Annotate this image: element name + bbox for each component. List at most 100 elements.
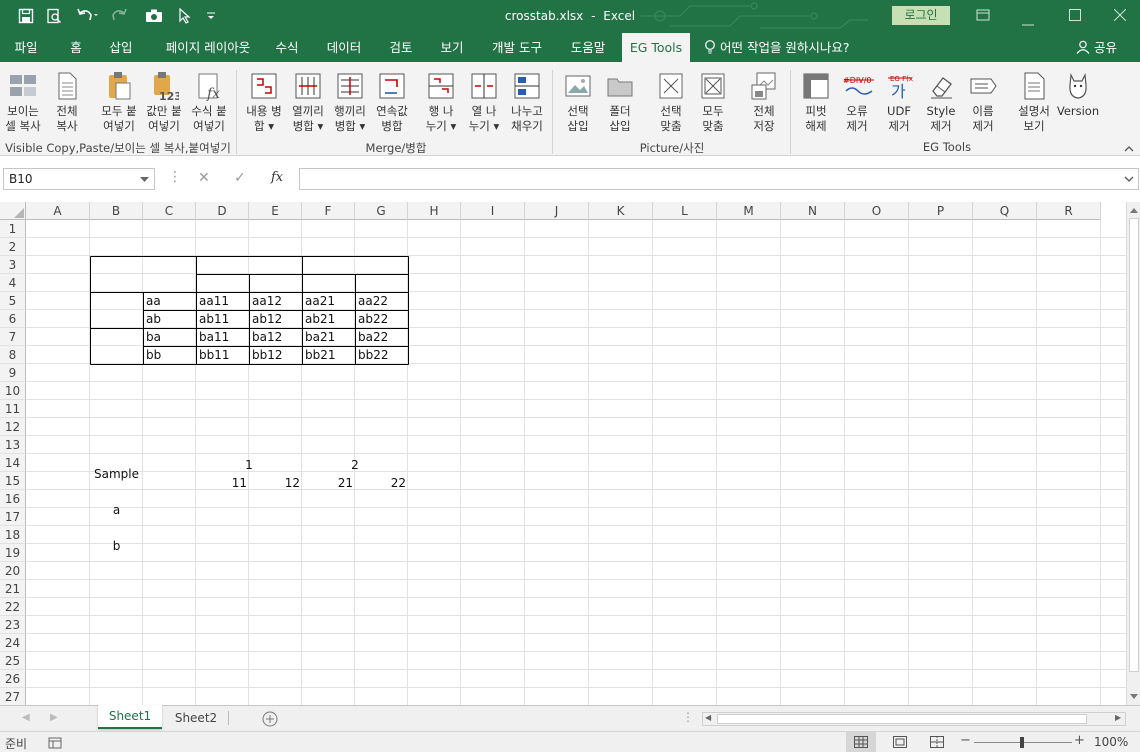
column-header[interactable]: L <box>653 202 717 220</box>
column-header[interactable]: I <box>461 202 525 220</box>
zoom-out-button[interactable]: − <box>960 733 971 748</box>
row-header[interactable]: 26 <box>0 670 26 688</box>
cell-col-group-2[interactable]: 2 <box>302 456 408 474</box>
table-cell[interactable]: ab12 <box>250 310 303 328</box>
tab-view[interactable]: 보기 <box>430 33 474 62</box>
table-cell[interactable]: ab21 <box>303 310 356 328</box>
vertical-scrollbar[interactable] <box>1126 202 1140 705</box>
row-header[interactable]: 25 <box>0 652 26 670</box>
column-header[interactable]: K <box>589 202 653 220</box>
save-all-button[interactable]: 전체 저장 <box>742 68 786 140</box>
visible-copy-button[interactable]: 보이는 셀 복사 <box>0 68 46 140</box>
remove-udf-button[interactable]: EG F(x) 가 UDF 제거 <box>878 68 920 140</box>
page-break-view-icon[interactable] <box>930 736 944 748</box>
cell-sub-header[interactable]: 12 <box>249 474 302 492</box>
zoom-slider-thumb[interactable] <box>1020 737 1024 748</box>
split-fill-button[interactable]: 나누고 채우기 <box>506 68 548 140</box>
table-cell[interactable]: ba11 <box>197 328 250 346</box>
merge-content-button[interactable]: 내용 병 합 ▾ <box>242 68 286 140</box>
cell-row-label[interactable]: aa <box>144 292 197 310</box>
page-layout-view-icon[interactable] <box>893 736 907 748</box>
row-header[interactable]: 18 <box>0 526 26 544</box>
table-cell[interactable]: bb12 <box>250 346 303 364</box>
table-cell[interactable]: ba12 <box>250 328 303 346</box>
row-header[interactable]: 4 <box>0 274 26 292</box>
zoom-in-button[interactable]: + <box>1074 733 1085 748</box>
remove-names-button[interactable]: 이름 제거 <box>962 68 1004 140</box>
column-header[interactable]: Q <box>973 202 1037 220</box>
table-cell[interactable]: ab22 <box>356 310 409 328</box>
column-header[interactable]: O <box>845 202 909 220</box>
row-header[interactable]: 6 <box>0 310 26 328</box>
save-icon[interactable] <box>18 8 34 27</box>
table-cell[interactable]: bb11 <box>197 346 250 364</box>
unpivot-button[interactable]: 피벗 해제 <box>796 68 836 140</box>
tab-home[interactable]: 홈 <box>56 33 96 62</box>
cell-row-label[interactable]: ab <box>144 310 197 328</box>
column-header[interactable]: F <box>302 202 355 220</box>
table-cell[interactable]: bb21 <box>303 346 356 364</box>
row-header[interactable]: 10 <box>0 382 26 400</box>
pointer-icon[interactable] <box>178 7 192 27</box>
tab-help[interactable]: 도움말 <box>560 33 616 62</box>
split-columns-button[interactable]: 열 나 누기 ▾ <box>462 68 506 140</box>
split-rows-button[interactable]: 행 나 누기 ▾ <box>420 68 462 140</box>
enter-icon[interactable]: ✓ <box>234 170 246 186</box>
table-cell[interactable]: aa21 <box>303 292 356 310</box>
horizontal-scroll-thumb[interactable] <box>717 714 1087 724</box>
tab-file[interactable]: 파일 <box>4 33 48 62</box>
table-cell[interactable]: aa22 <box>356 292 409 310</box>
row-header[interactable]: 1 <box>0 220 26 238</box>
row-header[interactable]: 16 <box>0 490 26 508</box>
share-button[interactable]: 공유 <box>1076 33 1117 62</box>
new-sheet-icon[interactable] <box>262 711 278 727</box>
formula-input[interactable] <box>299 168 1139 190</box>
tab-review[interactable]: 검토 <box>378 33 424 62</box>
row-header[interactable]: 3 <box>0 256 26 274</box>
table-cell[interactable]: bb22 <box>356 346 409 364</box>
tab-eg-tools[interactable]: EG Tools <box>622 33 690 62</box>
insert-folder-button[interactable]: 폴더 삽입 <box>600 68 640 140</box>
vertical-scroll-thumb[interactable] <box>1129 218 1139 672</box>
login-button[interactable]: 로그인 <box>892 6 950 25</box>
horizontal-scrollbar[interactable]: ◀ ▶ <box>702 712 1126 726</box>
collapse-ribbon-icon[interactable] <box>1124 142 1134 156</box>
tab-developer[interactable]: 개발 도구 <box>484 33 550 62</box>
tab-data[interactable]: 데이터 <box>318 33 370 62</box>
row-header[interactable]: 11 <box>0 400 26 418</box>
merge-same-values-button[interactable]: 연속값 병합 <box>370 68 414 140</box>
table-cell[interactable]: ba22 <box>356 328 409 346</box>
select-all-corner[interactable] <box>0 202 26 220</box>
column-header[interactable]: C <box>143 202 196 220</box>
column-header[interactable]: M <box>717 202 781 220</box>
row-header[interactable]: 8 <box>0 346 26 364</box>
merge-columns-button[interactable]: 열끼리 병합 ▾ <box>286 68 330 140</box>
insert-function-icon[interactable]: fx <box>271 170 283 185</box>
column-header[interactable]: A <box>26 202 90 220</box>
cancel-icon[interactable]: ✕ <box>198 170 210 186</box>
row-header[interactable]: 14 <box>0 454 26 472</box>
cell-sample-header[interactable]: Sample <box>90 456 143 492</box>
column-header[interactable]: N <box>781 202 845 220</box>
zoom-level[interactable]: 100% <box>1094 735 1128 749</box>
version-button[interactable]: Version <box>1056 68 1100 140</box>
maximize-icon[interactable] <box>1069 9 1081 24</box>
row-header[interactable]: 21 <box>0 580 26 598</box>
sheet-tab-active[interactable]: Sheet1 <box>98 705 162 729</box>
expand-formula-bar-icon[interactable] <box>1124 176 1134 183</box>
cell-sub-header[interactable]: 21 <box>302 474 355 492</box>
name-box-dropdown-icon[interactable] <box>140 177 149 183</box>
paste-formulas-button[interactable]: fx 수식 붙 여넣기 <box>186 68 232 140</box>
row-header[interactable]: 19 <box>0 544 26 562</box>
scroll-right-icon[interactable]: ▶ <box>1115 713 1121 722</box>
table-cell[interactable]: ab11 <box>197 310 250 328</box>
column-header[interactable]: H <box>408 202 461 220</box>
cell-col-group-1[interactable]: 1 <box>196 456 302 474</box>
tab-page-layout[interactable]: 페이지 레이아웃 <box>152 33 264 62</box>
fit-all-button[interactable]: 모두 맞춤 <box>692 68 734 140</box>
cell-mode-icon[interactable] <box>48 737 62 749</box>
row-header[interactable]: 12 <box>0 418 26 436</box>
prev-sheet-icon[interactable]: ◀ <box>22 712 30 723</box>
column-header[interactable]: B <box>90 202 143 220</box>
sheet-tab[interactable]: Sheet2 <box>166 708 226 728</box>
